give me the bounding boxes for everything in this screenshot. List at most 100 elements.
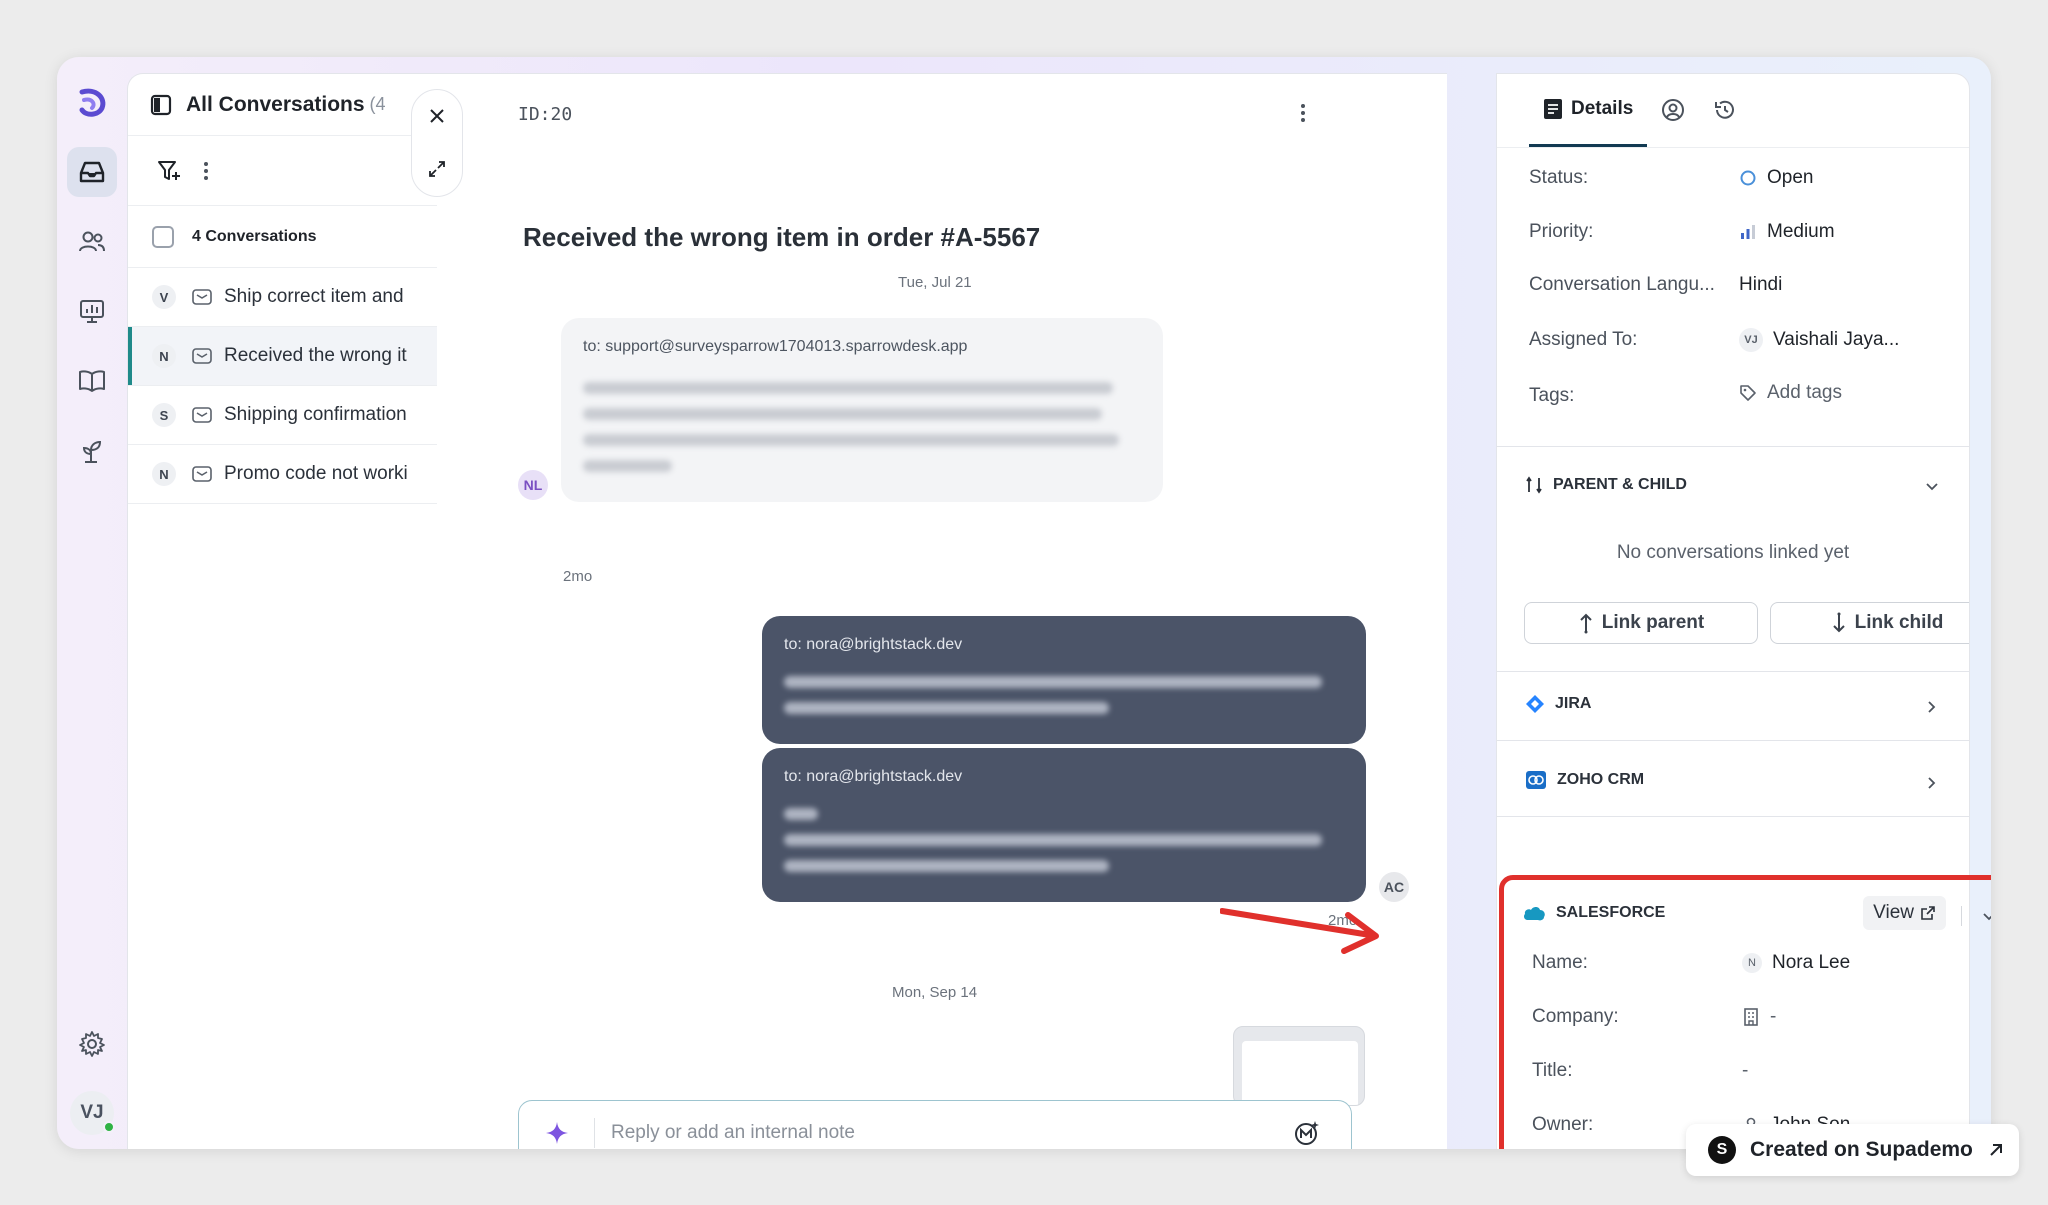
link-child-label: Link child: [1854, 612, 1944, 633]
link-child-button[interactable]: Link child: [1770, 602, 1969, 644]
message-body-blurred: [583, 382, 1114, 394]
user-circle-icon: [1662, 99, 1685, 121]
arrow-down-icon: [1832, 612, 1845, 633]
conversation-avatar: S: [152, 403, 176, 427]
chevron-right-icon[interactable]: [1925, 776, 1939, 790]
supademo-logo: S: [1708, 1136, 1736, 1164]
salesforce-header[interactable]: SALESFORCE: [1522, 904, 1665, 922]
nav-rail: VJ: [57, 57, 127, 1149]
sidebar-toggle-icon[interactable]: [150, 94, 172, 116]
language-row: Conversation Langu... Hindi: [1529, 274, 1782, 296]
message-recipient: to: nora@brightstack.dev: [784, 636, 963, 653]
conversation-count-label: 4 Conversations: [192, 227, 317, 245]
status-label: Status:: [1529, 167, 1589, 188]
message-body-blurred: [583, 460, 673, 472]
conversation-item[interactable]: N Promo code not worki: [128, 445, 437, 504]
list-count: (4: [369, 94, 386, 114]
message-body-blurred: [784, 808, 818, 820]
arrow-up-icon: [1580, 613, 1592, 634]
conversation-panel: ID:20 Received the wrong item in order #…: [437, 73, 1447, 1149]
document-list-icon: [1544, 98, 1562, 119]
details-tabs: Details: [1497, 74, 1969, 148]
language-label: Conversation Langu...: [1529, 274, 1715, 295]
jira-header[interactable]: JIRA: [1525, 694, 1591, 714]
ai-compose-icon[interactable]: [1293, 1119, 1321, 1147]
link-parent-label: Link parent: [1601, 612, 1705, 633]
supademo-badge[interactable]: S Created on Supademo: [1686, 1124, 2019, 1176]
more-vertical-icon[interactable]: [1299, 102, 1307, 124]
salesforce-section: SALESFORCE View Name: N Nora Lee Company…: [1499, 875, 1991, 1149]
reply-placeholder: Reply or add an internal note: [611, 1122, 855, 1143]
nav-inbox[interactable]: [67, 147, 117, 197]
divider: [1497, 446, 1969, 447]
message-body-blurred: [583, 434, 1119, 446]
incoming-message: to: support@surveysparrow1704013.sparrow…: [561, 318, 1163, 502]
status-value[interactable]: Open: [1739, 167, 1813, 189]
sparkle-icon: [545, 1122, 568, 1144]
add-tags-button[interactable]: Add tags: [1739, 382, 1842, 404]
conversation-subject: Received the wrong it: [224, 345, 407, 366]
building-icon: [1744, 1008, 1758, 1026]
assigned-row: Assigned To: VJ Vaishali Jaya...: [1529, 328, 1899, 352]
list-toolbar: [128, 136, 437, 206]
sf-name-value[interactable]: N Nora Lee: [1742, 952, 1850, 974]
tab-history[interactable]: [1699, 74, 1751, 147]
sf-company-row: Company: -: [1532, 1006, 1776, 1028]
conversation-item[interactable]: S Shipping confirmation: [128, 386, 437, 445]
date-separator: Mon, Sep 14: [892, 984, 978, 1001]
assigned-label: Assigned To:: [1529, 329, 1638, 350]
tags-label: Tags:: [1529, 385, 1575, 406]
select-all-row: 4 Conversations: [128, 206, 437, 268]
divider: [1497, 671, 1969, 672]
zoho-crm-header[interactable]: ZOHO CRM: [1525, 770, 1644, 790]
tags-row: Tags: Add tags: [1529, 382, 1842, 407]
ai-assist-button[interactable]: [519, 1118, 595, 1148]
nav-knowledge-base[interactable]: [67, 356, 117, 406]
nav-automation[interactable]: [67, 426, 117, 476]
status-text: Open: [1767, 167, 1814, 188]
link-parent-button[interactable]: Link parent: [1524, 602, 1758, 644]
conversation-avatar: V: [152, 285, 176, 309]
email-icon: [192, 466, 212, 482]
expand-icon[interactable]: [427, 159, 447, 179]
conversation-item-active[interactable]: N Received the wrong it: [128, 327, 437, 386]
nav-settings[interactable]: [67, 1019, 117, 1069]
priority-value[interactable]: Medium: [1739, 221, 1835, 243]
nav-contacts[interactable]: [67, 217, 117, 267]
chevron-down-icon[interactable]: [1925, 480, 1939, 494]
salesforce-view-button[interactable]: View: [1863, 896, 1946, 930]
conversation-id: ID:20: [518, 104, 573, 125]
message-body-blurred: [583, 408, 1102, 420]
list-header: All Conversations (4: [128, 74, 437, 136]
reply-editor[interactable]: Reply or add an internal note: [518, 1100, 1352, 1149]
sf-name-text: Nora Lee: [1772, 952, 1851, 973]
conversation-item[interactable]: V Ship correct item and: [128, 268, 437, 327]
assigned-value[interactable]: VJ Vaishali Jaya...: [1739, 328, 1899, 352]
parent-child-header[interactable]: PARENT & CHILD: [1525, 476, 1687, 494]
filter-add-icon[interactable]: [156, 158, 182, 184]
zoho-crm-title: ZOHO CRM: [1557, 771, 1645, 788]
status-open-icon: [1740, 170, 1756, 186]
arrow-up-right-icon: [1990, 1144, 2002, 1156]
message-recipient: to: support@surveysparrow1704013.sparrow…: [583, 338, 968, 355]
email-icon: [192, 407, 212, 423]
contacts-icon: [79, 231, 105, 252]
language-value[interactable]: Hindi: [1739, 274, 1782, 296]
online-status-dot: [103, 1121, 115, 1133]
nav-reports[interactable]: [67, 286, 117, 336]
attachment-thumbnail[interactable]: [1233, 1026, 1365, 1106]
tab-contact[interactable]: [1647, 74, 1699, 147]
app-logo[interactable]: [67, 77, 117, 127]
zoho-crm-icon: [1526, 771, 1546, 789]
close-icon[interactable]: [428, 107, 446, 125]
salesforce-title: SALESFORCE: [1556, 904, 1666, 921]
priority-row: Priority: Medium: [1529, 221, 1835, 243]
jira-icon: [1526, 695, 1544, 713]
hierarchy-icon: [1526, 476, 1542, 494]
chevron-down-icon[interactable]: [1982, 910, 1991, 924]
select-all-checkbox[interactable]: [152, 225, 174, 248]
tab-details[interactable]: Details: [1529, 74, 1648, 147]
more-vertical-icon[interactable]: [202, 160, 210, 182]
chevron-right-icon[interactable]: [1925, 700, 1939, 714]
sprout-icon: [82, 440, 102, 463]
